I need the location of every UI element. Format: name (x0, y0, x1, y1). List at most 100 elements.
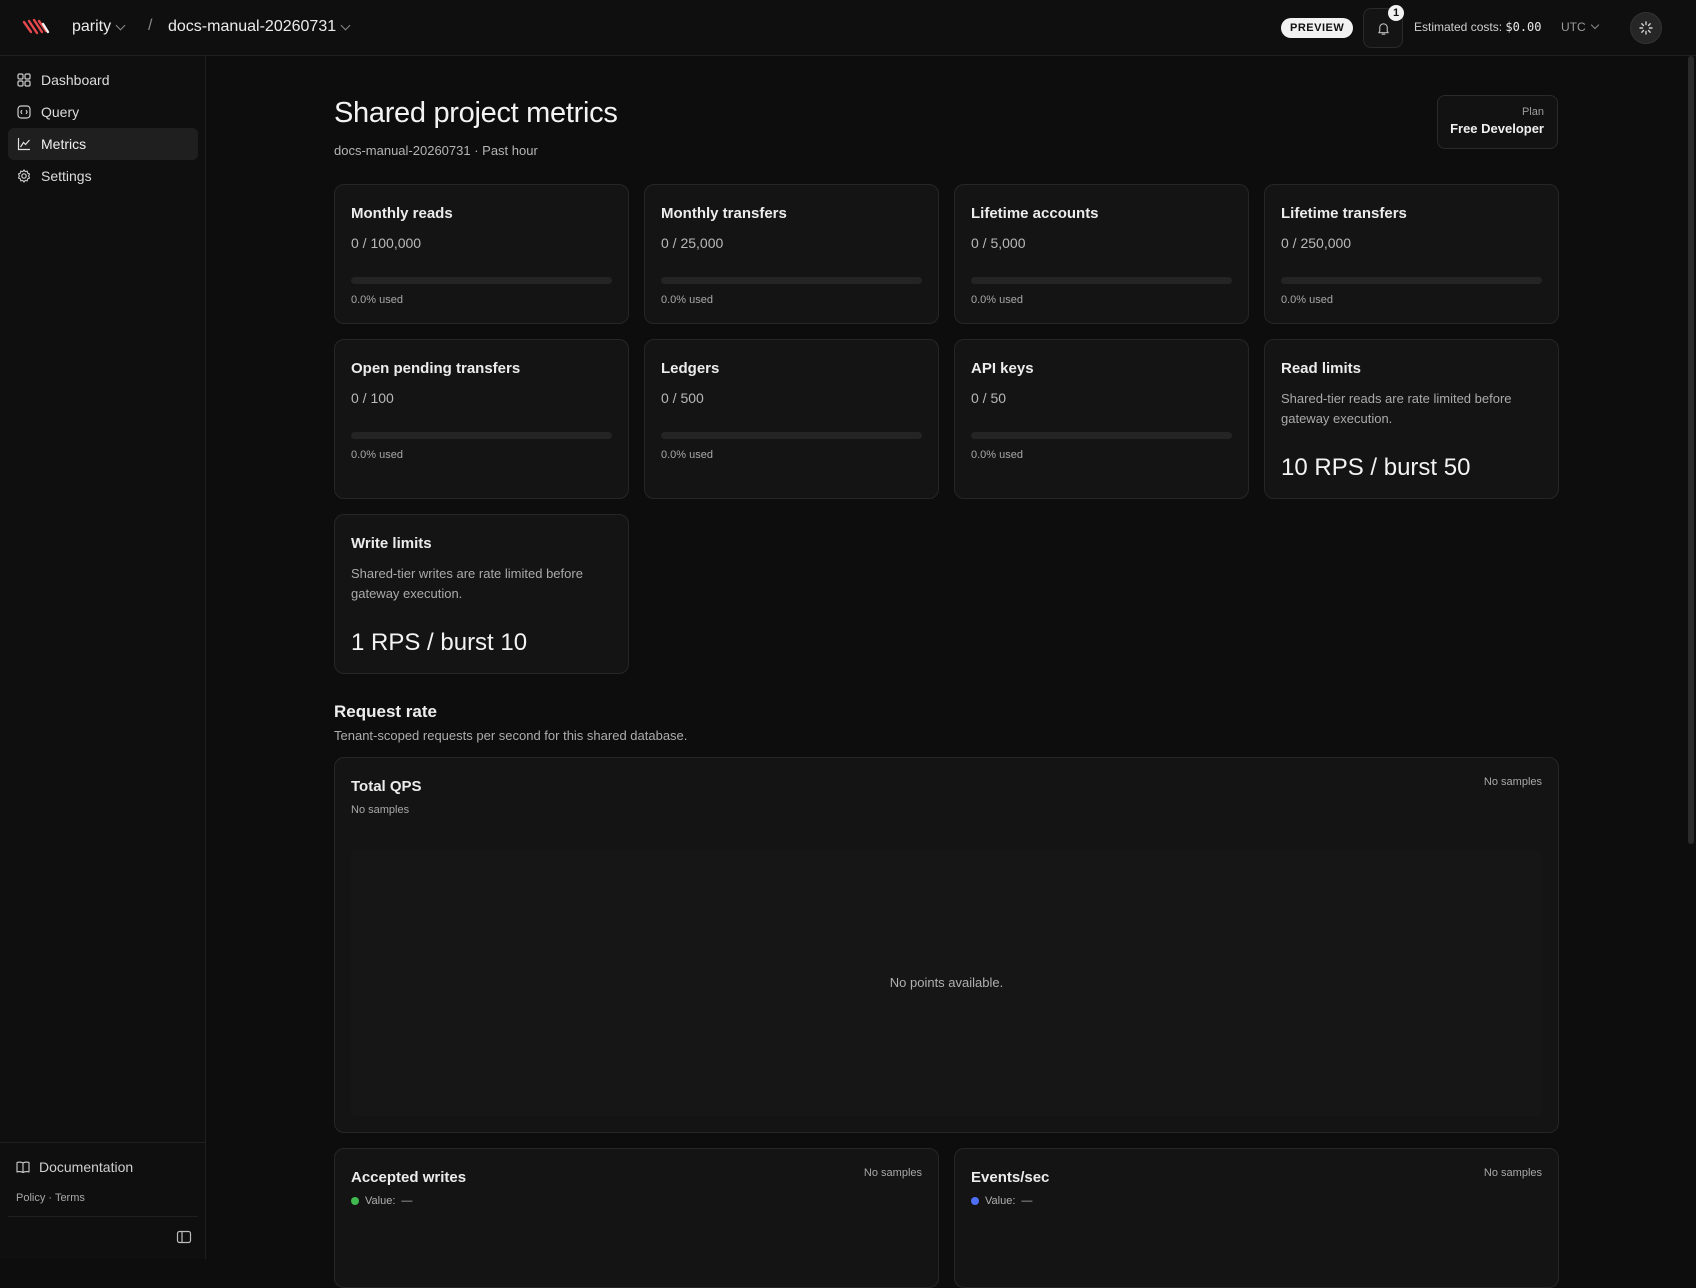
policy-link[interactable]: Policy (16, 1192, 45, 1204)
project-name: docs-manual-20260731 (168, 18, 337, 35)
section-title: Request rate (334, 702, 437, 721)
limit-title: Write limits (351, 535, 432, 552)
chart-plot-area: No points available. (351, 850, 1542, 1116)
metric-card-api-keys: API keys 0 / 50 0.0% used (954, 339, 1249, 499)
chevron-down-icon (1590, 20, 1599, 30)
metric-title: Monthly transfers (661, 205, 787, 222)
notification-count-badge: 1 (1388, 5, 1404, 21)
chart-title: Total QPS (351, 778, 422, 795)
metric-value: 0 / 25,000 (661, 235, 724, 251)
metric-title: Lifetime transfers (1281, 205, 1407, 222)
legend-dot-blue (971, 1197, 979, 1205)
legend-value: — (401, 1195, 413, 1207)
sidebar-item-metrics[interactable]: Metrics (8, 128, 198, 160)
legend-value: — (1021, 1195, 1033, 1207)
metric-value: 0 / 500 (661, 390, 704, 406)
metric-value: 0 / 100 (351, 390, 394, 406)
metric-card-ledgers: Ledgers 0 / 500 0.0% used (644, 339, 939, 499)
estimated-costs: Estimated costs: $0.00 (1414, 20, 1542, 34)
chart-status: No samples (863, 1167, 922, 1179)
metric-card-monthly-reads: Monthly reads 0 / 100,000 0.0% used (334, 184, 629, 324)
org-name: parity (72, 18, 112, 35)
page-title: Shared project metrics (334, 97, 618, 129)
sidebar-item-label: Dashboard (41, 72, 110, 88)
query-icon (17, 105, 31, 119)
write-limits-card: Write limits Shared-tier writes are rate… (334, 514, 629, 674)
metric-title: Lifetime accounts (971, 205, 1099, 222)
estimated-costs-value: $0.00 (1505, 20, 1542, 34)
sidebar-item-dashboard[interactable]: Dashboard (8, 64, 198, 96)
gear-icon (17, 169, 31, 183)
chart-empty-message: No points available. (889, 975, 1004, 990)
chart-status: No samples (1483, 1167, 1542, 1179)
limit-value: 10 RPS / burst 50 (1281, 454, 1471, 481)
chart-status: No samples (1483, 776, 1542, 788)
metric-used: 0.0% used (351, 294, 403, 306)
read-limits-card: Read limits Shared-tier reads are rate l… (1264, 339, 1559, 499)
metric-card-monthly-transfers: Monthly transfers 0 / 25,000 0.0% used (644, 184, 939, 324)
documentation-link[interactable]: Documentation (16, 1159, 133, 1175)
page-scrollbar[interactable] (1688, 56, 1694, 844)
total-qps-chart-card: Total QPS No samples No samples No point… (334, 757, 1559, 1133)
estimated-costs-label: Estimated costs: (1414, 20, 1503, 34)
metric-used: 0.0% used (661, 294, 713, 306)
sidebar-collapse-icon[interactable] (176, 1229, 192, 1245)
preview-badge: PREVIEW (1281, 18, 1354, 38)
usage-progress-bar (661, 432, 922, 439)
project-switcher[interactable]: docs-manual-20260731 (168, 18, 351, 36)
timezone-value: UTC (1561, 20, 1586, 34)
metric-title: Open pending transfers (351, 360, 521, 377)
sidebar-divider (0, 1142, 206, 1143)
plan-value: Free Developer (1450, 121, 1544, 136)
user-avatar[interactable] (1630, 12, 1662, 44)
sidebar-item-label: Settings (41, 168, 92, 184)
legal-separator: · (48, 1192, 53, 1204)
metric-value: 0 / 5,000 (971, 235, 1026, 251)
events-sec-chart-card: Events/sec No samples Value: — (954, 1148, 1559, 1288)
plan-label: Plan (1521, 106, 1544, 118)
metric-used: 0.0% used (661, 449, 713, 461)
documentation-label: Documentation (39, 1159, 134, 1175)
chevron-down-icon (115, 20, 126, 30)
metric-used: 0.0% used (351, 449, 403, 461)
legal-links: Policy · Terms (16, 1192, 85, 1204)
limit-description: Shared-tier writes are rate limited befo… (351, 566, 583, 601)
plan-badge: Plan Free Developer (1437, 95, 1558, 149)
chart-subtitle: No samples (351, 804, 410, 816)
sidebar-item-settings[interactable]: Settings (8, 160, 198, 192)
legend-label: Value: (985, 1195, 1016, 1207)
legend-dot-green (351, 1197, 359, 1205)
page-subtitle: docs-manual-20260731 · Past hour (334, 143, 538, 158)
sidebar-item-query[interactable]: Query (8, 96, 198, 128)
usage-progress-bar (661, 277, 922, 284)
org-switcher[interactable]: parity (72, 18, 126, 36)
terms-link[interactable]: Terms (55, 1192, 85, 1204)
accepted-writes-chart-card: Accepted writes No samples Value: — (334, 1148, 939, 1288)
bell-icon (1377, 22, 1389, 35)
metric-value: 0 / 100,000 (351, 235, 422, 251)
limit-title: Read limits (1281, 360, 1362, 377)
sidebar: Dashboard Query Metrics Settings Documen… (0, 56, 206, 1259)
parity-logo[interactable] (22, 18, 50, 38)
sidebar-item-label: Metrics (41, 136, 87, 152)
chart-legend: Value: — (351, 1195, 412, 1207)
metric-value: 0 / 50 (971, 390, 1007, 406)
usage-progress-bar (351, 277, 612, 284)
loader-icon (1639, 21, 1653, 35)
chart-title: Events/sec (971, 1169, 1050, 1186)
metric-card-open-pending-transfers: Open pending transfers 0 / 100 0.0% used (334, 339, 629, 499)
breadcrumb-separator: / (148, 17, 153, 34)
timezone-select[interactable]: UTC (1561, 20, 1599, 34)
sidebar-divider (8, 1216, 198, 1217)
top-bar: parity / docs-manual-20260731 PREVIEW 1 … (0, 0, 1696, 56)
usage-progress-bar (1281, 277, 1542, 284)
metric-title: Ledgers (661, 360, 720, 377)
legend-label: Value: (365, 1195, 396, 1207)
metric-used: 0.0% used (1281, 294, 1333, 306)
book-icon (16, 1161, 30, 1174)
usage-progress-bar (351, 432, 612, 439)
chart-title: Accepted writes (351, 1169, 467, 1186)
sidebar-item-label: Query (41, 104, 80, 120)
section-subtitle: Tenant-scoped requests per second for th… (334, 728, 688, 743)
limit-description: Shared-tier reads are rate limited befor… (1281, 391, 1512, 426)
